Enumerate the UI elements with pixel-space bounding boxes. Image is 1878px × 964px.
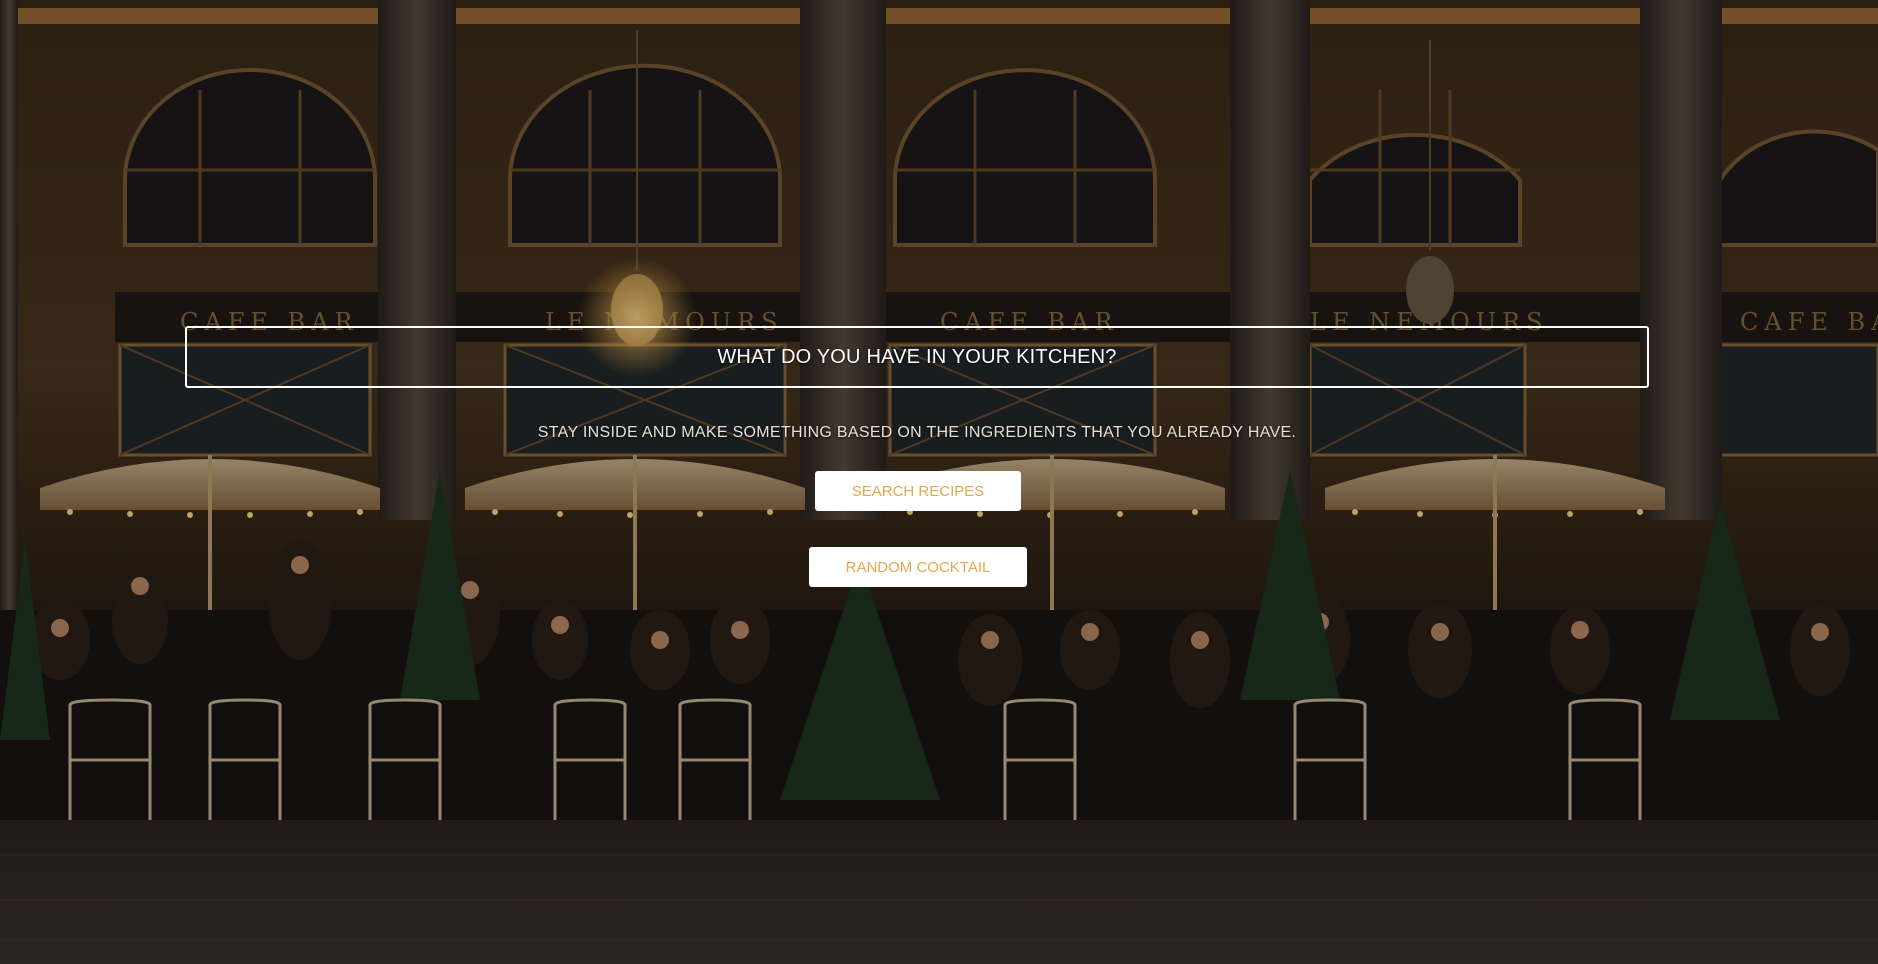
hero-content: WHAT DO YOU HAVE IN YOUR KITCHEN? STAY I… (0, 0, 1878, 964)
hero-section: CAFE BAR LE NEMOURS CAFE BAR LE NEMOURS … (0, 0, 1878, 964)
page-subtitle: STAY INSIDE AND MAKE SOMETHING BASED ON … (537, 424, 1297, 441)
page-title: WHAT DO YOU HAVE IN YOUR KITCHEN? (717, 345, 1117, 368)
random-cocktail-button[interactable]: RANDOM COCKTAIL (809, 547, 1027, 587)
search-recipes-button[interactable]: SEARCH RECIPES (815, 471, 1021, 511)
title-box: WHAT DO YOU HAVE IN YOUR KITCHEN? (185, 326, 1649, 388)
